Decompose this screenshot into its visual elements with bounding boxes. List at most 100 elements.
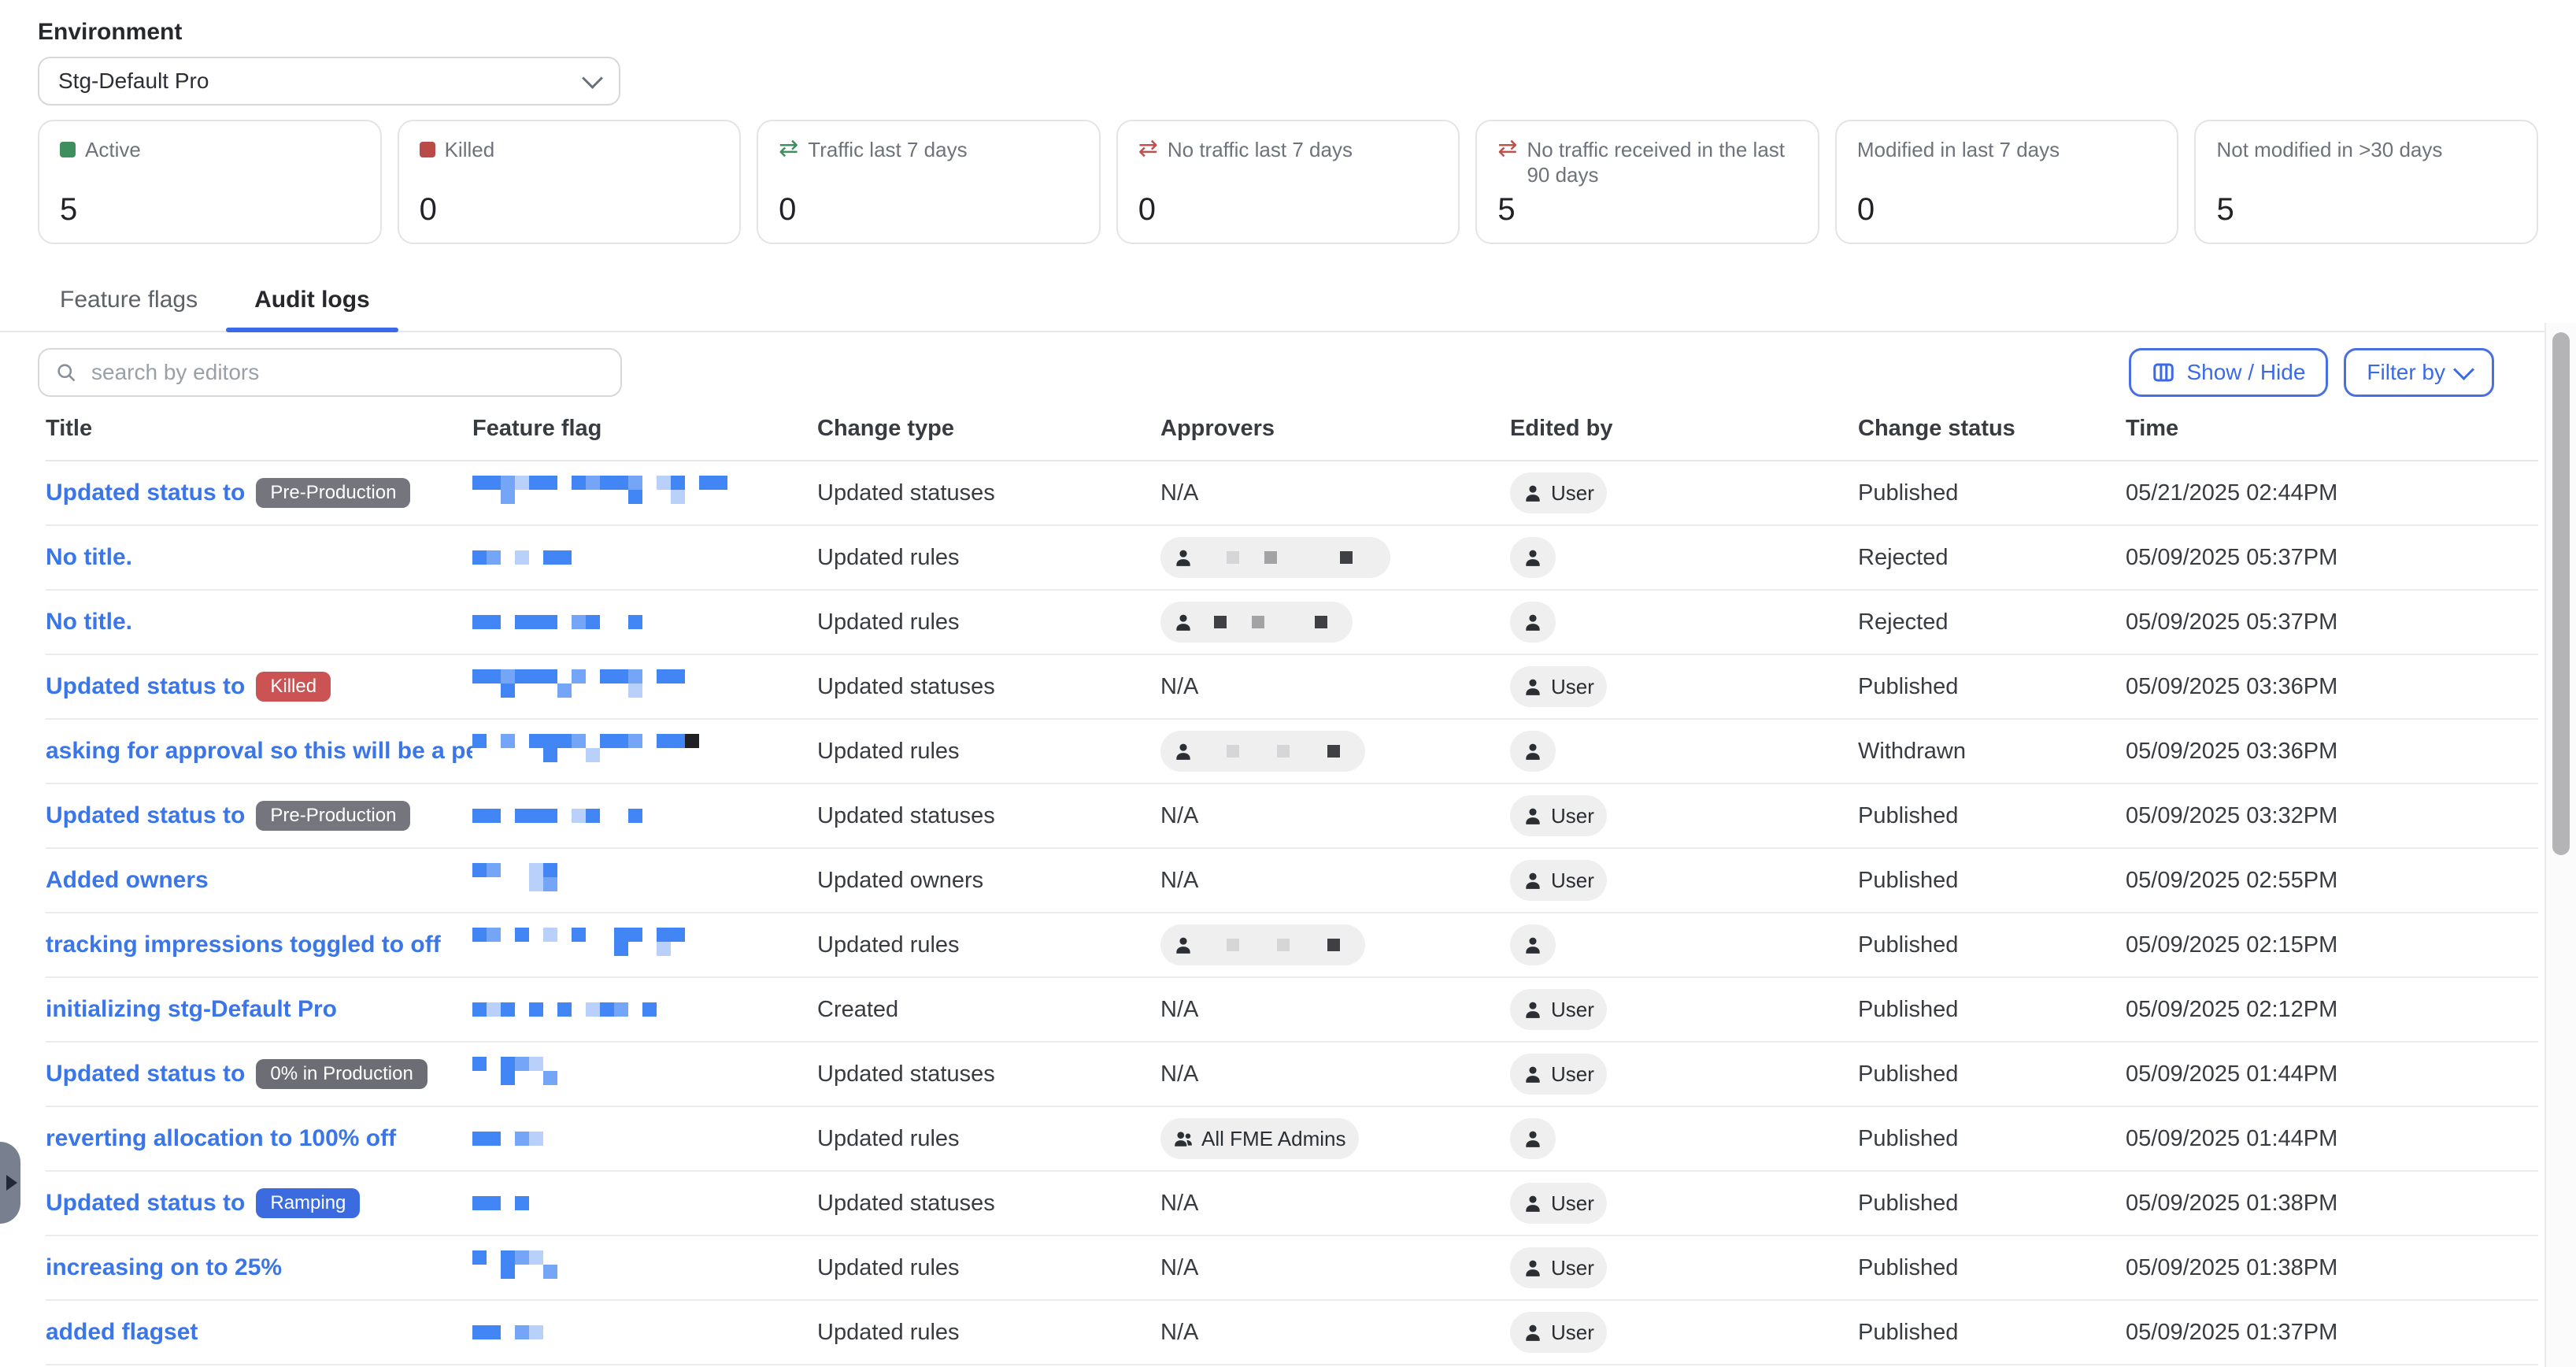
- change-type-cell: Updated rules: [817, 1320, 1160, 1346]
- change-status-cell: Published: [1858, 997, 2126, 1023]
- audit-entry-link[interactable]: Updated status to: [46, 673, 245, 699]
- edited-by-chip[interactable]: User: [1510, 1312, 1607, 1353]
- audit-entry-link[interactable]: Added owners: [46, 867, 209, 893]
- feature-flag-cell: [472, 609, 817, 635]
- scrollbar-track[interactable]: [2545, 323, 2576, 1367]
- table-row: Updated status to Pre-ProductionUpdated s…: [46, 461, 2538, 526]
- audit-entry-link[interactable]: asking for approval so this will be a pe: [46, 738, 472, 764]
- tab-feature-flags[interactable]: Feature flags: [31, 271, 226, 331]
- tab-audit-logs[interactable]: Audit logs: [226, 271, 398, 331]
- change-status-cell: Rejected: [1858, 609, 2126, 635]
- audit-entry-link[interactable]: reverting allocation to 100% off: [46, 1125, 396, 1151]
- approver-chip-redacted[interactable]: [1160, 731, 1365, 772]
- audit-entry-link[interactable]: increasing on to 25%: [46, 1254, 282, 1280]
- redacted-approver-name: [1201, 616, 1340, 628]
- edited-by-chip[interactable]: [1510, 537, 1556, 578]
- edited-by-label: User: [1551, 869, 1594, 893]
- filter-by-button[interactable]: Filter by: [2344, 348, 2494, 397]
- scrollbar-thumb[interactable]: [2552, 332, 2570, 855]
- change-status-cell: Published: [1858, 1320, 2126, 1346]
- edited-by-cell: User: [1510, 860, 1858, 901]
- change-status-cell: Published: [1858, 1126, 2126, 1152]
- audit-entry-link[interactable]: No title.: [46, 544, 132, 570]
- change-type-cell: Updated rules: [817, 1255, 1160, 1281]
- show-hide-label: Show / Hide: [2186, 360, 2305, 385]
- edited-by-chip[interactable]: User: [1510, 795, 1607, 836]
- search-input[interactable]: [88, 358, 605, 387]
- approver-chip-redacted[interactable]: [1160, 537, 1390, 578]
- active-status-icon: [60, 142, 76, 157]
- person-icon: [1523, 1258, 1543, 1278]
- change-type-cell: Updated rules: [817, 739, 1160, 765]
- audit-entry-link[interactable]: Updated status to: [46, 1190, 245, 1216]
- change-type-cell: Updated rules: [817, 609, 1160, 635]
- change-type-cell: Updated statuses: [817, 803, 1160, 829]
- edited-by-chip[interactable]: [1510, 1118, 1556, 1159]
- environment-select[interactable]: Stg-Default Pro: [38, 57, 620, 106]
- redacted-feature-flag: [472, 863, 557, 891]
- title-cell: increasing on to 25%: [46, 1254, 472, 1281]
- audit-entry-link[interactable]: tracking impressions toggled to off: [46, 932, 441, 958]
- edited-by-cell: User: [1510, 1183, 1858, 1224]
- sidebar-expand-handle[interactable]: [0, 1142, 20, 1224]
- edited-by-chip[interactable]: User: [1510, 989, 1607, 1030]
- table-row: initializing stg-Default ProCreatedN/AUs…: [46, 978, 2538, 1043]
- edited-by-chip[interactable]: User: [1510, 1247, 1607, 1288]
- column-header: Feature flag: [472, 416, 817, 442]
- column-header: Title: [46, 416, 472, 442]
- redacted-feature-flag: [472, 1196, 529, 1210]
- change-status-cell: Published: [1858, 674, 2126, 700]
- stat-cards: Active5Killed0⇄Traffic last 7 days0⇄No t…: [38, 120, 2538, 244]
- feature-flag-cell: [472, 545, 817, 571]
- feature-flag-cell: [472, 1126, 817, 1152]
- edited-by-chip[interactable]: [1510, 602, 1556, 643]
- feature-flag-cell: [472, 1057, 817, 1091]
- stat-label: Modified in last 7 days: [1857, 137, 2060, 162]
- approver-chip-redacted[interactable]: [1160, 602, 1353, 643]
- stat-value: 5: [1497, 192, 1797, 227]
- title-cell: Updated status to Pre-Production: [46, 478, 472, 508]
- edited-by-chip[interactable]: [1510, 731, 1556, 772]
- approver-chip-redacted[interactable]: [1160, 924, 1365, 965]
- table-row: added flagset Updated rulesN/AUser Publish…: [46, 1301, 2538, 1365]
- time-cell: 05/09/2025 02:15PM: [2126, 932, 2538, 958]
- stat-value: 0: [1857, 192, 2157, 227]
- show-hide-button[interactable]: Show / Hide: [2129, 348, 2328, 397]
- edited-by-chip[interactable]: User: [1510, 666, 1607, 707]
- time-cell: 05/09/2025 01:44PM: [2126, 1061, 2538, 1087]
- status-badge: 0% in Production: [256, 1059, 427, 1089]
- column-header: Change type: [817, 416, 1160, 442]
- approvers-cell: [1160, 537, 1510, 578]
- approvers-cell: N/A: [1160, 803, 1510, 829]
- status-badge: Pre-Production: [256, 478, 410, 508]
- time-cell: 05/09/2025 02:55PM: [2126, 868, 2538, 894]
- change-status-cell: Published: [1858, 1061, 2126, 1087]
- killed-status-icon: [420, 142, 435, 157]
- person-icon: [1523, 999, 1543, 1020]
- audit-entry-link[interactable]: Updated status to: [46, 1061, 245, 1087]
- approvers-cell: N/A: [1160, 868, 1510, 894]
- audit-entry-link[interactable]: added flagset: [46, 1319, 198, 1345]
- column-header: Edited by: [1510, 416, 1858, 442]
- people-icon: [1173, 1128, 1194, 1149]
- edited-by-chip[interactable]: [1510, 924, 1556, 965]
- feature-flag-cell: [472, 863, 817, 898]
- title-cell: Added owners: [46, 867, 472, 894]
- edited-by-label: User: [1551, 1256, 1594, 1280]
- audit-entry-link[interactable]: No title.: [46, 609, 132, 635]
- traffic-arrows-icon: ⇄: [779, 137, 798, 161]
- audit-entry-link[interactable]: Updated status to: [46, 480, 245, 506]
- edited-by-chip[interactable]: User: [1510, 472, 1607, 513]
- audit-entry-link[interactable]: initializing stg-Default Pro: [46, 996, 337, 1022]
- approvers-cell: N/A: [1160, 1320, 1510, 1346]
- edited-by-chip[interactable]: User: [1510, 860, 1607, 901]
- time-cell: 05/09/2025 05:37PM: [2126, 545, 2538, 571]
- redacted-feature-flag: [472, 476, 727, 504]
- approver-chip[interactable]: All FME Admins: [1160, 1118, 1359, 1159]
- title-cell: Updated status toRamping: [46, 1188, 472, 1218]
- audit-entry-link[interactable]: Updated status to: [46, 802, 245, 828]
- edited-by-chip[interactable]: User: [1510, 1054, 1607, 1095]
- table-row: increasing on to 25%Updated rulesN/AUser…: [46, 1236, 2538, 1301]
- stat-value: 0: [779, 192, 1079, 227]
- edited-by-chip[interactable]: User: [1510, 1183, 1607, 1224]
